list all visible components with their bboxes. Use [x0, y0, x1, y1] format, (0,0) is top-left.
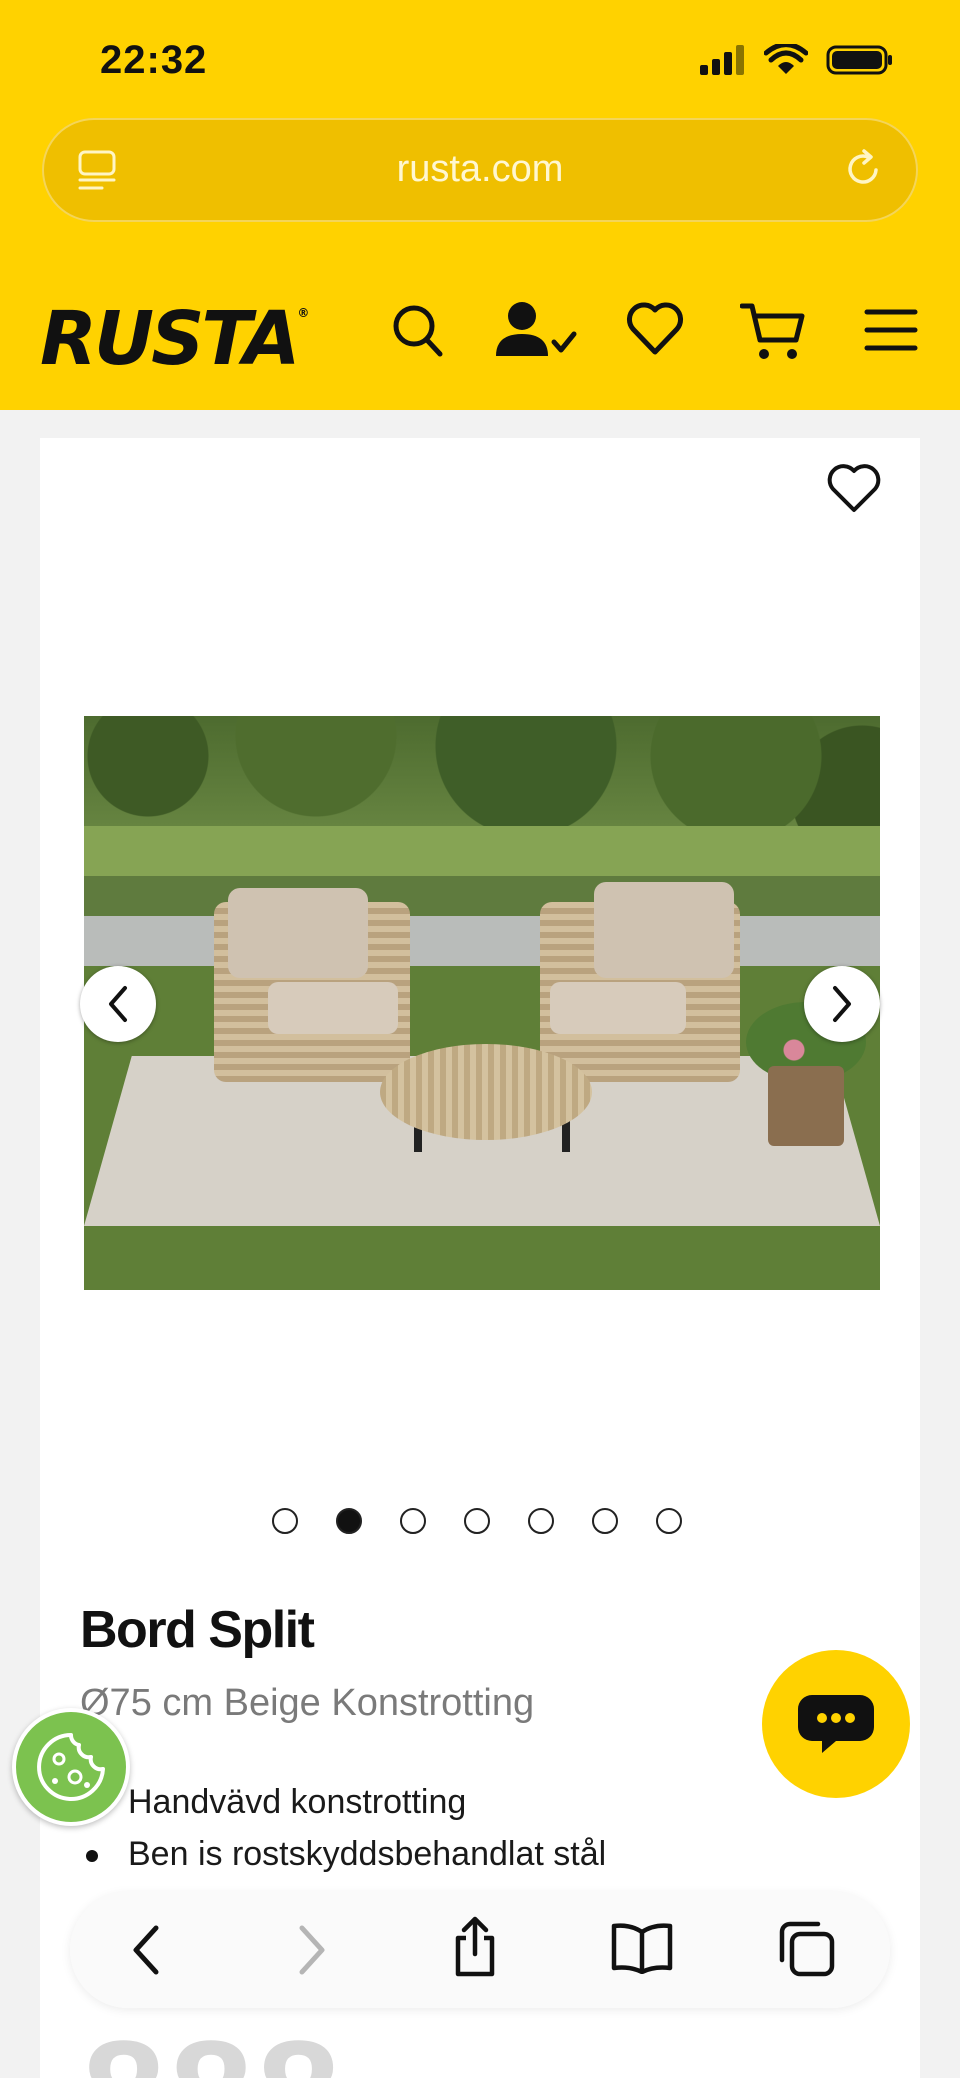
carousel-dot[interactable]: [400, 1508, 426, 1534]
carousel-dot[interactable]: [272, 1508, 298, 1534]
carousel-next-button[interactable]: [804, 966, 880, 1042]
chat-button[interactable]: [762, 1650, 910, 1798]
feature-item: Handvävd konstrotting: [80, 1776, 606, 1828]
cookie-settings-button[interactable]: [12, 1708, 130, 1826]
bookmarks-icon[interactable]: [610, 1922, 674, 1974]
carousel-dot[interactable]: [592, 1508, 618, 1534]
search-icon[interactable]: [390, 300, 446, 360]
status-time: 22:32: [100, 38, 208, 82]
browser-toolbar: [70, 1892, 890, 2008]
carousel-dot-active[interactable]: [336, 1508, 362, 1534]
url-text[interactable]: rusta.com: [42, 148, 918, 191]
back-icon[interactable]: [126, 1922, 166, 1978]
battery-icon: [826, 45, 892, 75]
menu-icon[interactable]: [864, 300, 918, 360]
chevron-left-icon: [109, 986, 127, 1022]
product-image[interactable]: [84, 716, 880, 1290]
cookie-icon: [37, 1733, 105, 1801]
product-features: Handvävd konstrotting Ben is rostskyddsb…: [80, 1776, 606, 1880]
carousel-dot[interactable]: [656, 1508, 682, 1534]
carousel-dot[interactable]: [528, 1508, 554, 1534]
account-icon[interactable]: [494, 300, 578, 360]
rusta-logo[interactable]: RUSTA®: [40, 296, 309, 382]
wifi-icon: [764, 44, 808, 74]
chevron-right-icon: [833, 986, 851, 1022]
carousel-dots: [272, 1508, 682, 1534]
cart-icon[interactable]: [740, 300, 806, 362]
reload-icon[interactable]: [840, 146, 886, 192]
product-subtitle: Ø75 cm Beige Konstrotting: [80, 1682, 535, 1724]
status-icons: [700, 44, 894, 76]
signal-icon: [700, 45, 744, 75]
wishlist-heart-icon[interactable]: [626, 300, 684, 358]
carousel-prev-button[interactable]: [80, 966, 156, 1042]
registered-mark: ®: [297, 306, 310, 320]
chat-bubble-icon: [798, 1695, 874, 1753]
forward-icon[interactable]: [292, 1922, 332, 1978]
product-price: 888: [82, 2018, 344, 2078]
share-icon[interactable]: [450, 1916, 500, 1978]
carousel-dot[interactable]: [464, 1508, 490, 1534]
tabs-icon[interactable]: [776, 1920, 836, 1978]
address-bar[interactable]: rusta.com: [42, 118, 918, 222]
site-header: 22:32 rusta.com RUSTA®: [0, 0, 960, 410]
add-to-favorites-heart-icon[interactable]: [826, 462, 882, 516]
feature-item: Ben is rostskyddsbehandlat stål: [80, 1828, 606, 1880]
logo-text: RUSTA: [40, 296, 300, 382]
product-title: Bord Split: [80, 1601, 315, 1659]
